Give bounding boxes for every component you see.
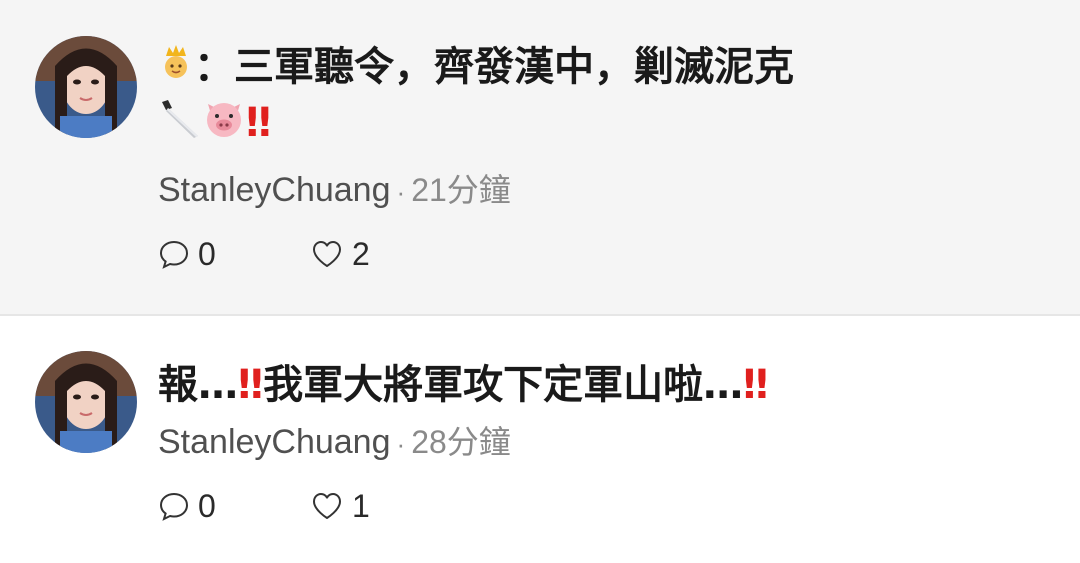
avatar[interactable]	[35, 36, 137, 138]
meta-separator: ·	[396, 177, 406, 208]
avatar-image	[35, 36, 137, 138]
reply-count: 0	[198, 235, 216, 272]
double-exclamation: ‼	[238, 362, 264, 408]
comment-text-main: ：三軍聽令，齊發漢中，剿滅泥克	[194, 44, 794, 90]
comment-content: 報…‼我軍大將軍攻下定軍山啦…‼ StanleyChuang · 28分鐘 0 1	[158, 358, 1040, 526]
pig-face-emoji	[202, 96, 246, 154]
comment-text-part-b: 我軍大將軍攻下定軍山啦…	[263, 362, 744, 408]
like-button[interactable]: 2	[310, 234, 370, 274]
timestamp: 21分鐘	[411, 172, 511, 208]
double-exclamation: ‼	[743, 362, 769, 408]
comment-text-part-a: 報…	[158, 362, 238, 408]
comment-item[interactable]: 報…‼我軍大將軍攻下定軍山啦…‼ StanleyChuang · 28分鐘 0 1	[0, 316, 1080, 563]
like-count: 2	[352, 235, 370, 272]
comment-actions: 0 2	[158, 234, 1040, 274]
like-count: 1	[352, 487, 370, 524]
comment-item[interactable]: ：三軍聽令，齊發漢中，剿滅泥克 ‼ StanleyChuang · 21分鐘 0 2	[0, 0, 1080, 316]
author-name[interactable]: StanleyChuang	[158, 423, 391, 461]
author-name[interactable]: StanleyChuang	[158, 171, 391, 209]
timestamp: 28分鐘	[411, 424, 511, 460]
knife-emoji	[158, 96, 202, 154]
double-exclamation: ‼	[246, 100, 272, 146]
like-button[interactable]: 1	[310, 486, 370, 526]
reply-count: 0	[198, 487, 216, 524]
reply-button[interactable]: 0	[158, 486, 216, 526]
comment-content: ：三軍聽令，齊發漢中，剿滅泥克 ‼ StanleyChuang · 21分鐘 0 2	[158, 40, 1040, 274]
meta-separator: ·	[396, 429, 406, 460]
heart-outline-icon	[310, 490, 344, 522]
heart-outline-icon	[310, 238, 344, 270]
crown-person-emoji	[158, 42, 194, 96]
speech-bubble-icon	[158, 490, 190, 522]
comment-feed: ：三軍聽令，齊發漢中，剿滅泥克 ‼ StanleyChuang · 21分鐘 0 2	[0, 0, 1080, 563]
reply-button[interactable]: 0	[158, 234, 216, 274]
comment-text: ：三軍聽令，齊發漢中，剿滅泥克 ‼	[158, 40, 1040, 154]
comment-meta: StanleyChuang · 28分鐘	[158, 420, 1040, 466]
speech-bubble-icon	[158, 238, 190, 270]
avatar-image	[35, 351, 137, 453]
avatar[interactable]	[35, 351, 137, 453]
comment-actions: 0 1	[158, 486, 1040, 526]
comment-text: 報…‼我軍大將軍攻下定軍山啦…‼	[158, 358, 1040, 412]
comment-meta: StanleyChuang · 21分鐘	[158, 168, 1040, 214]
